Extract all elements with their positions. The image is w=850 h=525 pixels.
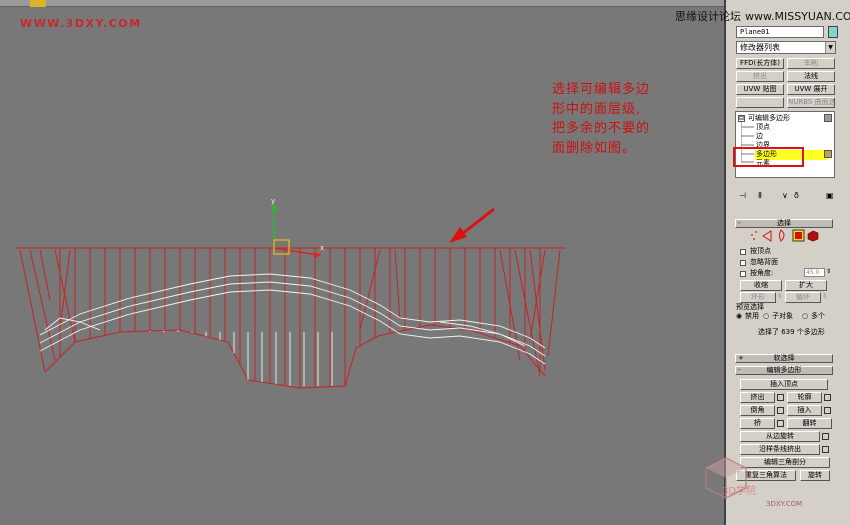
- turn-button[interactable]: 旋转: [800, 470, 830, 481]
- loop-button[interactable]: 循环: [785, 292, 821, 303]
- spinner-arrows-icon[interactable]: ⇕: [826, 267, 831, 276]
- extrude-button[interactable]: 挤出: [740, 392, 775, 403]
- gizmo-x-arrowhead: [314, 252, 322, 258]
- subobject-level-icons: [751, 229, 819, 242]
- modify-panel: Plane01 修改器列表 ▼ FFD(长方体) 车削 挤出 法线 UVW 贴图…: [730, 22, 840, 522]
- soft-selection-rollout-header[interactable]: + 软选择: [735, 354, 833, 363]
- polygon-level-icon: [792, 229, 805, 242]
- bridge-button[interactable]: 桥: [740, 418, 775, 429]
- hinge-settings-icon[interactable]: [822, 433, 829, 440]
- ignore-backfacing-label: 忽略背面: [750, 258, 778, 266]
- outline-settings-icon[interactable]: [824, 394, 831, 401]
- cage-fin-right: [359, 249, 381, 331]
- by-vertex-checkbox[interactable]: [740, 249, 746, 255]
- cage-fin-left: [54, 249, 76, 343]
- insert-vertex-button[interactable]: 插入顶点: [740, 379, 828, 390]
- ring-button[interactable]: 环形: [740, 292, 776, 303]
- by-vertex-label: 按顶点: [750, 247, 771, 255]
- arrow-head: [449, 227, 467, 243]
- transform-gizmo: y x: [271, 197, 324, 258]
- red-pointer-arrow: [449, 207, 495, 243]
- inset-settings-icon[interactable]: [824, 407, 831, 414]
- preview-subobject-label: 子对象: [772, 312, 793, 320]
- border-level-icon: [779, 229, 785, 242]
- axis-label-y: y: [271, 197, 275, 205]
- logo-mark: 3D学院: [722, 484, 756, 497]
- logo-url: 3DXY.COM: [766, 500, 803, 508]
- car-low-line: [39, 289, 546, 365]
- hinge-from-edge-button[interactable]: 从边旋转: [740, 431, 820, 442]
- angle-spinner-field[interactable]: 45.0: [804, 268, 825, 277]
- cage-fin-right: [547, 249, 561, 357]
- extrude-spline-settings-icon[interactable]: [822, 446, 829, 453]
- annotation-line: 选择可编辑多边: [552, 82, 651, 97]
- preview-selection-title: 预览选择: [736, 303, 764, 311]
- radio-selected-icon[interactable]: ◉: [736, 312, 742, 321]
- radio-icon[interactable]: ○: [763, 312, 769, 321]
- inset-button[interactable]: 插入: [787, 405, 822, 416]
- annotation-line: 把多余的不要的: [552, 121, 651, 136]
- highlight-frame: [733, 147, 804, 167]
- cage-fin-left: [29, 249, 56, 361]
- preview-multiple-label: 多个: [811, 312, 825, 320]
- cage-fin-right: [529, 249, 546, 341]
- perspective-viewport[interactable]: WWW.3DXY.COM y x 选择可编辑多边 形中的面层级, 把多余的不要的…: [0, 0, 724, 525]
- edge-level-icon: [762, 230, 772, 242]
- shrink-button[interactable]: 收缩: [740, 280, 782, 291]
- by-angle-checkbox[interactable]: [740, 271, 746, 277]
- loop-spinner-icon[interactable]: ⇕: [822, 292, 827, 301]
- grow-button[interactable]: 扩大: [785, 280, 827, 291]
- cage-fin-right: [529, 249, 546, 371]
- annotation-line: 形中的面层级,: [552, 101, 642, 117]
- expand-icon: +: [738, 354, 744, 362]
- edit-polygons-rollout-header[interactable]: - 编辑多边形: [735, 366, 833, 375]
- vertex-level-icon: [751, 231, 757, 240]
- cage-fin-right: [514, 249, 541, 377]
- bevel-settings-icon[interactable]: [777, 407, 784, 414]
- cage-fin-left: [19, 249, 46, 373]
- cage-fin-left: [39, 249, 51, 301]
- by-angle-label: 按角度:: [750, 269, 774, 277]
- element-level-icon: [807, 230, 819, 242]
- axis-label-x: x: [320, 244, 324, 252]
- cage-bottom-outline: [44, 324, 546, 389]
- wireframe-scene: y x: [15, 197, 565, 389]
- ring-spinner-icon[interactable]: ⇕: [777, 292, 782, 301]
- flip-button[interactable]: 翻转: [787, 418, 832, 429]
- preview-disabled-label: 禁用: [745, 312, 759, 320]
- 3dxy-logo: 3D学院: [705, 457, 756, 499]
- selection-status: 选择了 639 个多边形: [758, 328, 825, 336]
- cage-fin-right: [394, 249, 401, 321]
- collapse-icon: -: [738, 366, 741, 374]
- rollout-title: 编辑多边形: [766, 366, 802, 374]
- bridge-settings-icon[interactable]: [777, 420, 784, 427]
- annotation-note: 选择可编辑多边 形中的面层级, 把多余的不要的 面删除如图。: [552, 80, 687, 158]
- extrude-settings-icon[interactable]: [777, 394, 784, 401]
- rollout-title: 软选择: [773, 354, 795, 362]
- ignore-backfacing-checkbox[interactable]: [740, 260, 746, 266]
- outline-button[interactable]: 轮廓: [787, 392, 822, 403]
- radio-icon[interactable]: ○: [802, 312, 808, 321]
- bevel-button[interactable]: 倒角: [740, 405, 775, 416]
- gizmo-plane-box: [273, 239, 290, 255]
- annotation-line: 面删除如图。: [552, 140, 637, 156]
